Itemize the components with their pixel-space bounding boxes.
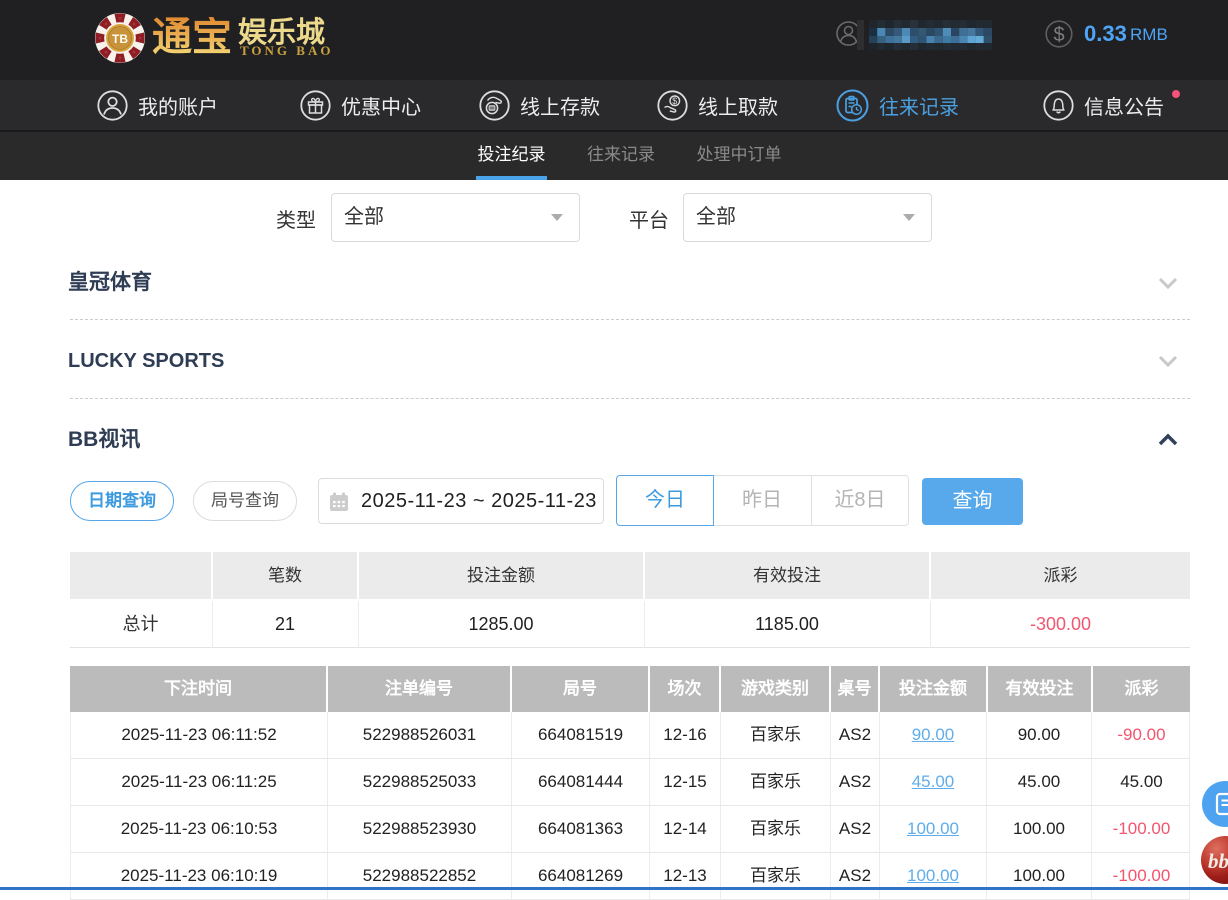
svg-text:$: $ [672, 96, 677, 106]
svg-text:$: $ [1053, 24, 1064, 46]
svg-text:TB: TB [112, 32, 128, 46]
